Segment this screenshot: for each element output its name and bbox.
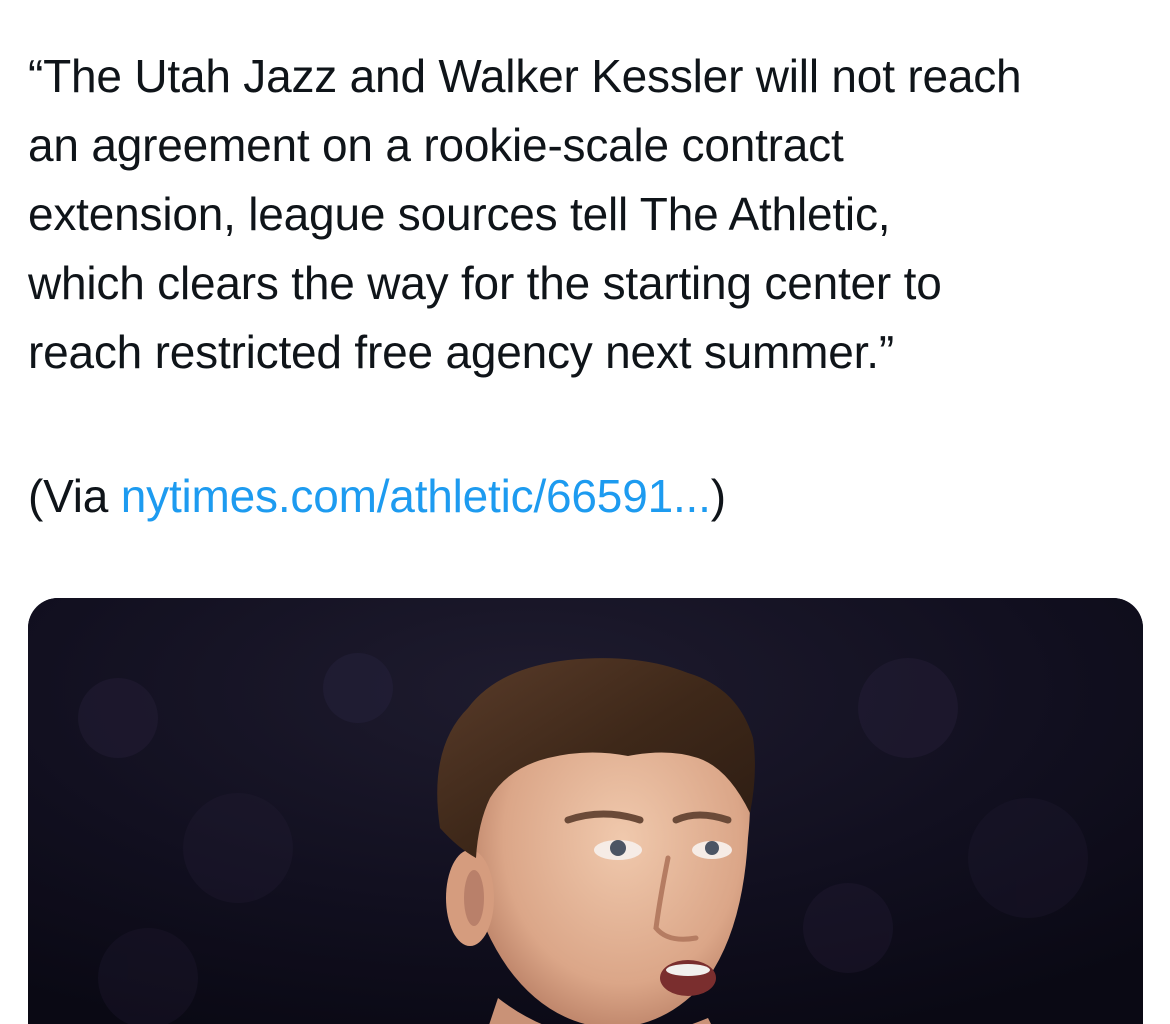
tweet-text-line: an agreement on a rookie-scale contract (28, 119, 844, 171)
tweet-text-line: extension, league sources tell The Athle… (28, 188, 891, 240)
article-link[interactable]: nytimes.com/athletic/66591... (121, 470, 711, 522)
tweet-text-line: reach restricted free agency next summer… (28, 326, 894, 378)
player-photo-illustration (28, 598, 1143, 1024)
tweet-text-line: “The Utah Jazz and Walker Kessler will n… (28, 50, 1022, 102)
tweet-photo[interactable] (28, 598, 1143, 1024)
via-suffix: ) (710, 470, 726, 522)
tweet-text-line: which clears the way for the starting ce… (28, 257, 942, 309)
tweet-text: “The Utah Jazz and Walker Kessler will n… (28, 42, 1148, 387)
via-attribution: (Via nytimes.com/athletic/66591...) (28, 462, 726, 531)
via-prefix: (Via (28, 470, 121, 522)
